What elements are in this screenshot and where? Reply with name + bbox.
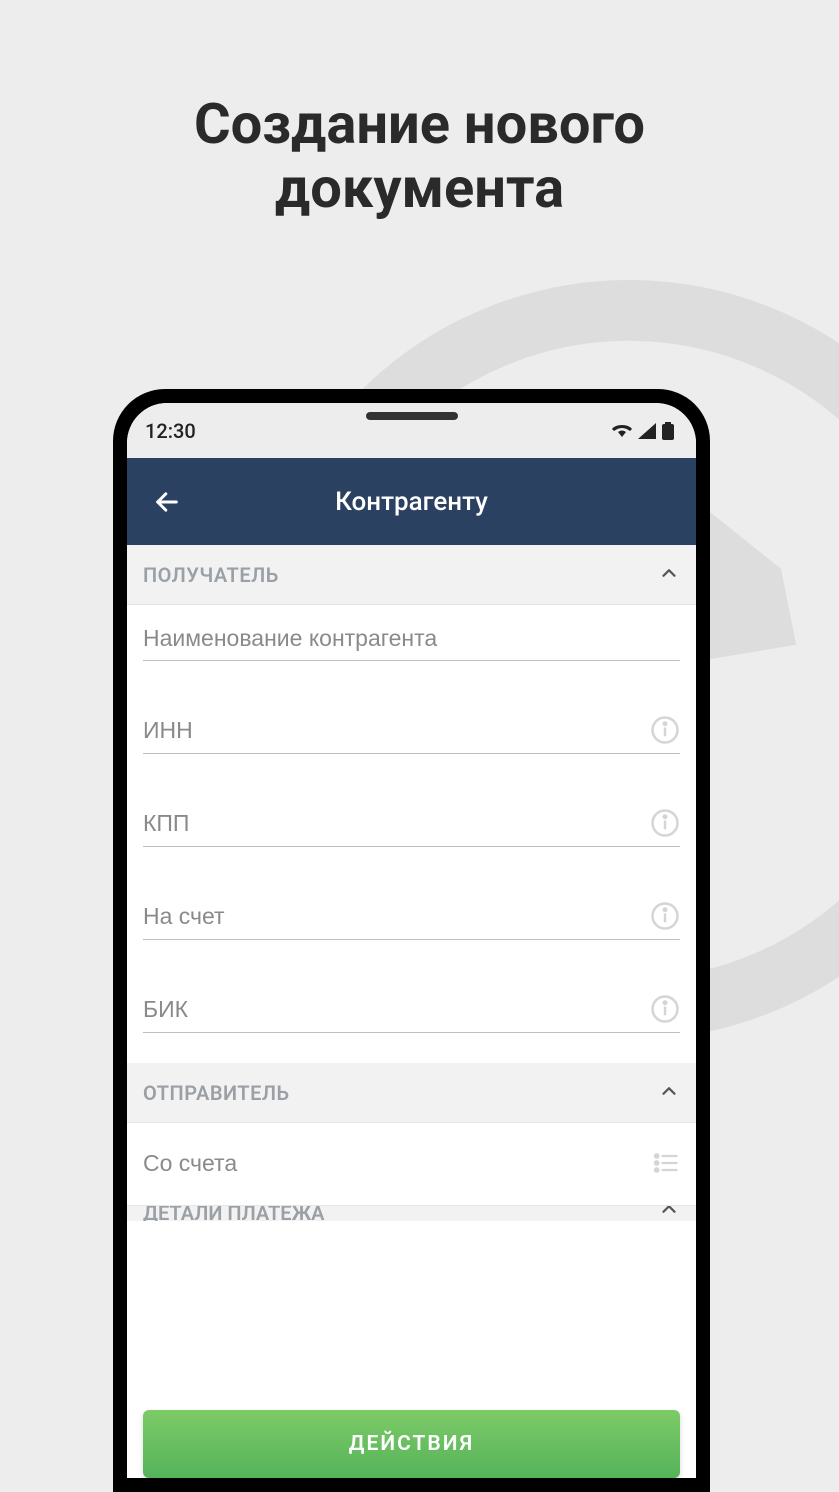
list-icon[interactable] [652,1149,680,1177]
battery-icon [662,422,674,440]
actions-button[interactable]: ДЕЙСТВИЯ [143,1410,680,1478]
account-to-input[interactable] [143,903,638,930]
kpp-input[interactable] [143,810,638,837]
bik-input[interactable] [143,996,638,1023]
section-sender-label: ОТПРАВИТЕЛЬ [143,1081,290,1105]
actions-button-label: ДЕЙСТВИЯ [349,1432,474,1456]
section-receiver-label: ПОЛУЧАТЕЛЬ [143,563,279,587]
chevron-up-icon [658,562,680,588]
chevron-up-icon [658,1205,680,1221]
arrow-left-icon [153,488,181,516]
back-button[interactable] [145,480,189,524]
info-icon[interactable] [650,901,680,931]
info-icon[interactable] [650,808,680,838]
chevron-up-icon [658,1080,680,1106]
info-icon[interactable] [650,994,680,1024]
section-details[interactable]: ДЕТАЛИ ПЛАТЕЖА [127,1205,696,1221]
sender-form [127,1123,696,1205]
app-header: Контрагенту [127,458,696,545]
promo-heading: Создание новогодокумента [0,92,839,221]
wifi-icon [612,423,632,439]
section-receiver[interactable]: ПОЛУЧАТЕЛЬ [127,545,696,605]
phone-speaker [366,412,458,420]
section-sender[interactable]: ОТПРАВИТЕЛЬ [127,1063,696,1123]
section-details-label: ДЕТАЛИ ПЛАТЕЖА [143,1205,325,1221]
inn-input[interactable] [143,717,638,744]
phone-frame: 12:30 Контрагенту ПОЛУЧАТЕЛЬ [113,389,710,1492]
counterparty-name-input[interactable] [143,625,680,652]
account-from-input[interactable] [143,1150,640,1177]
receiver-form [127,605,696,1063]
cellular-icon [638,423,656,439]
info-icon[interactable] [650,715,680,745]
status-time: 12:30 [145,419,196,443]
page-title: Контрагенту [335,487,488,517]
